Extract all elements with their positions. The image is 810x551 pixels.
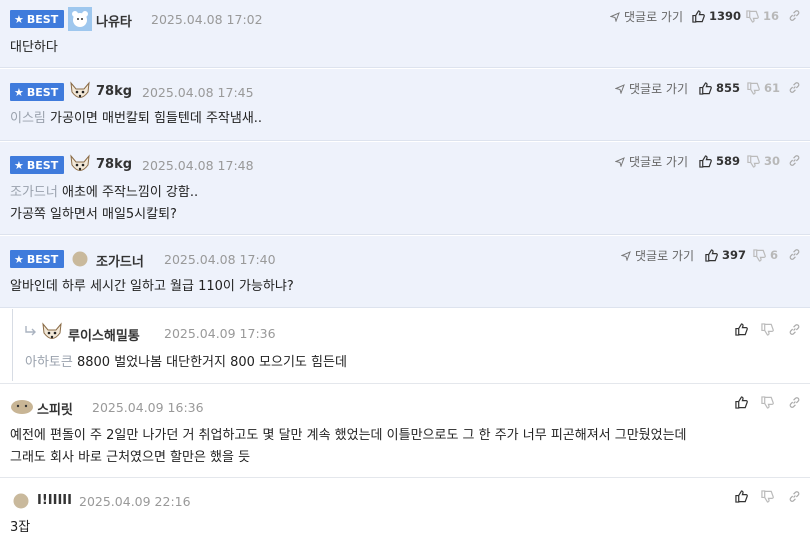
downvote-button[interactable]: 61	[747, 81, 780, 95]
quoted-user[interactable]: 이스림	[10, 111, 46, 126]
thumbs-up-icon	[735, 396, 748, 409]
star-icon: ★	[14, 252, 24, 266]
avatar	[70, 154, 90, 171]
comment-text: 조가드너 애초에 주작느낌이 강함.. 가공쪽 일하면서 매일5시칼퇴?	[10, 185, 199, 222]
downvote-count: 16	[763, 9, 780, 23]
upvote-button[interactable]	[735, 323, 748, 336]
comment-date: 2025.04.08 17:45	[142, 85, 254, 100]
link-icon[interactable]	[788, 323, 801, 336]
comment-best-3: ★ BEST 78kg 2025.04.08 17:48 댓글로 가기 589 …	[0, 142, 810, 235]
comment-text: 대단하다	[10, 40, 58, 55]
upvote-button[interactable]: 855	[699, 81, 740, 95]
avatar	[42, 322, 62, 339]
author-nickname[interactable]: 스피릿	[37, 399, 73, 418]
upvote-count: 397	[722, 248, 747, 262]
best-badge: ★ BEST	[10, 250, 65, 268]
reply-indent-line	[12, 309, 13, 381]
avatar	[68, 7, 92, 31]
link-icon[interactable]	[788, 9, 801, 22]
author-nickname[interactable]: 나유타	[96, 11, 132, 30]
comment-text: 이스림 가공이면 매번칼퇴 힘들텐데 주작냄새..	[10, 111, 263, 126]
comment: I!IIIII 2025.04.09 22:16 3잡	[0, 478, 810, 551]
comment-text: 아하토큰 8800 벌었나봄 대단한거지 800 모으기도 힘든데	[25, 355, 347, 370]
send-icon	[610, 11, 620, 22]
upvote-count: 855	[716, 81, 741, 95]
best-badge: ★ BEST	[10, 156, 65, 174]
avatar	[13, 493, 29, 509]
comment-date: 2025.04.09 22:16	[79, 494, 191, 509]
go-to-reply-link[interactable]: 댓글로 가기	[610, 8, 683, 25]
thumbs-up-icon	[735, 323, 748, 336]
link-icon[interactable]	[788, 490, 801, 503]
avatar	[70, 81, 90, 98]
thumbs-down-icon	[761, 396, 774, 409]
upvote-button[interactable]	[735, 490, 748, 503]
upvote-button[interactable]: 589	[699, 154, 740, 168]
comment-best-2: ★ BEST 78kg 2025.04.08 17:45 댓글로 가기 855 …	[0, 69, 810, 141]
thumbs-down-icon	[747, 81, 760, 95]
author-nickname[interactable]: I!IIIII	[37, 493, 72, 508]
thumbs-down-icon	[761, 490, 774, 503]
author-nickname[interactable]: 루이스해밀통	[68, 325, 140, 344]
comment: 스피릿 2025.04.09 16:36 예전에 편돌이 주 2일만 나가던 거…	[0, 384, 810, 476]
comment-date: 2025.04.08 17:40	[164, 252, 276, 267]
thumbs-up-icon	[699, 81, 712, 95]
send-icon	[621, 250, 631, 261]
best-badge: ★ BEST	[10, 83, 65, 101]
comment-text: 3잡	[10, 520, 31, 535]
star-icon: ★	[14, 158, 24, 172]
reply-arrow-icon	[25, 326, 36, 336]
author-nickname[interactable]: 78kg	[96, 84, 132, 99]
thumbs-down-icon	[746, 9, 759, 23]
downvote-button[interactable]: 6	[753, 248, 778, 262]
comment-date: 2025.04.09 17:36	[164, 326, 276, 341]
downvote-count: 6	[770, 248, 779, 262]
downvote-button[interactable]: 30	[747, 154, 780, 168]
upvote-button[interactable]: 1390	[692, 9, 741, 23]
downvote-count: 61	[764, 81, 781, 95]
quoted-user[interactable]: 조가드너	[10, 185, 58, 200]
downvote-button[interactable]: 16	[746, 9, 779, 23]
downvote-button[interactable]	[761, 396, 774, 409]
comment-best-4: ★ BEST 조가드너 2025.04.08 17:40 댓글로 가기 397 …	[0, 236, 810, 308]
star-icon: ★	[14, 12, 24, 26]
author-nickname[interactable]: 78kg	[96, 157, 132, 172]
link-icon[interactable]	[788, 248, 801, 261]
upvote-button[interactable]	[735, 396, 748, 409]
go-to-reply-link[interactable]: 댓글로 가기	[621, 247, 694, 264]
send-icon	[615, 83, 625, 94]
link-icon[interactable]	[788, 154, 801, 167]
comment-text: 예전에 편돌이 주 2일만 나가던 거 취업하고도 몇 달만 계속 했었는데 이…	[10, 428, 687, 465]
comment-best-1: ★ BEST 나유타 2025.04.08 17:02 댓글로 가기 1390 …	[0, 0, 810, 68]
link-icon[interactable]	[788, 396, 801, 409]
author-nickname[interactable]: 조가드너	[96, 251, 144, 270]
go-to-reply-link[interactable]: 댓글로 가기	[615, 153, 688, 170]
thumbs-up-icon	[735, 490, 748, 503]
comment-text: 알바인데 하루 세시간 일하고 월급 110이 가능하냐?	[10, 279, 294, 294]
thumbs-up-icon	[692, 9, 705, 23]
go-to-reply-link[interactable]: 댓글로 가기	[615, 80, 688, 97]
comment-date: 2025.04.08 17:02	[151, 12, 263, 27]
thumbs-down-icon	[761, 323, 774, 336]
comment-date: 2025.04.09 16:36	[92, 400, 204, 415]
upvote-count: 1390	[709, 9, 742, 23]
downvote-button[interactable]	[761, 490, 774, 503]
downvote-button[interactable]	[761, 323, 774, 336]
comment-reply: 루이스해밀통 2025.04.09 17:36 아하토큰 8800 벌었나봄 대…	[0, 309, 810, 381]
upvote-button[interactable]: 397	[705, 248, 746, 262]
avatar	[11, 400, 33, 414]
star-icon: ★	[14, 85, 24, 99]
link-icon[interactable]	[788, 81, 801, 94]
send-icon	[615, 156, 625, 167]
thumbs-down-icon	[753, 248, 766, 262]
downvote-count: 30	[764, 154, 781, 168]
upvote-count: 589	[716, 154, 741, 168]
thumbs-down-icon	[747, 154, 760, 168]
quoted-user[interactable]: 아하토큰	[25, 355, 73, 370]
thumbs-up-icon	[705, 248, 718, 262]
avatar	[72, 251, 88, 267]
thumbs-up-icon	[699, 154, 712, 168]
comment-date: 2025.04.08 17:48	[142, 158, 254, 173]
best-badge: ★ BEST	[10, 10, 65, 28]
